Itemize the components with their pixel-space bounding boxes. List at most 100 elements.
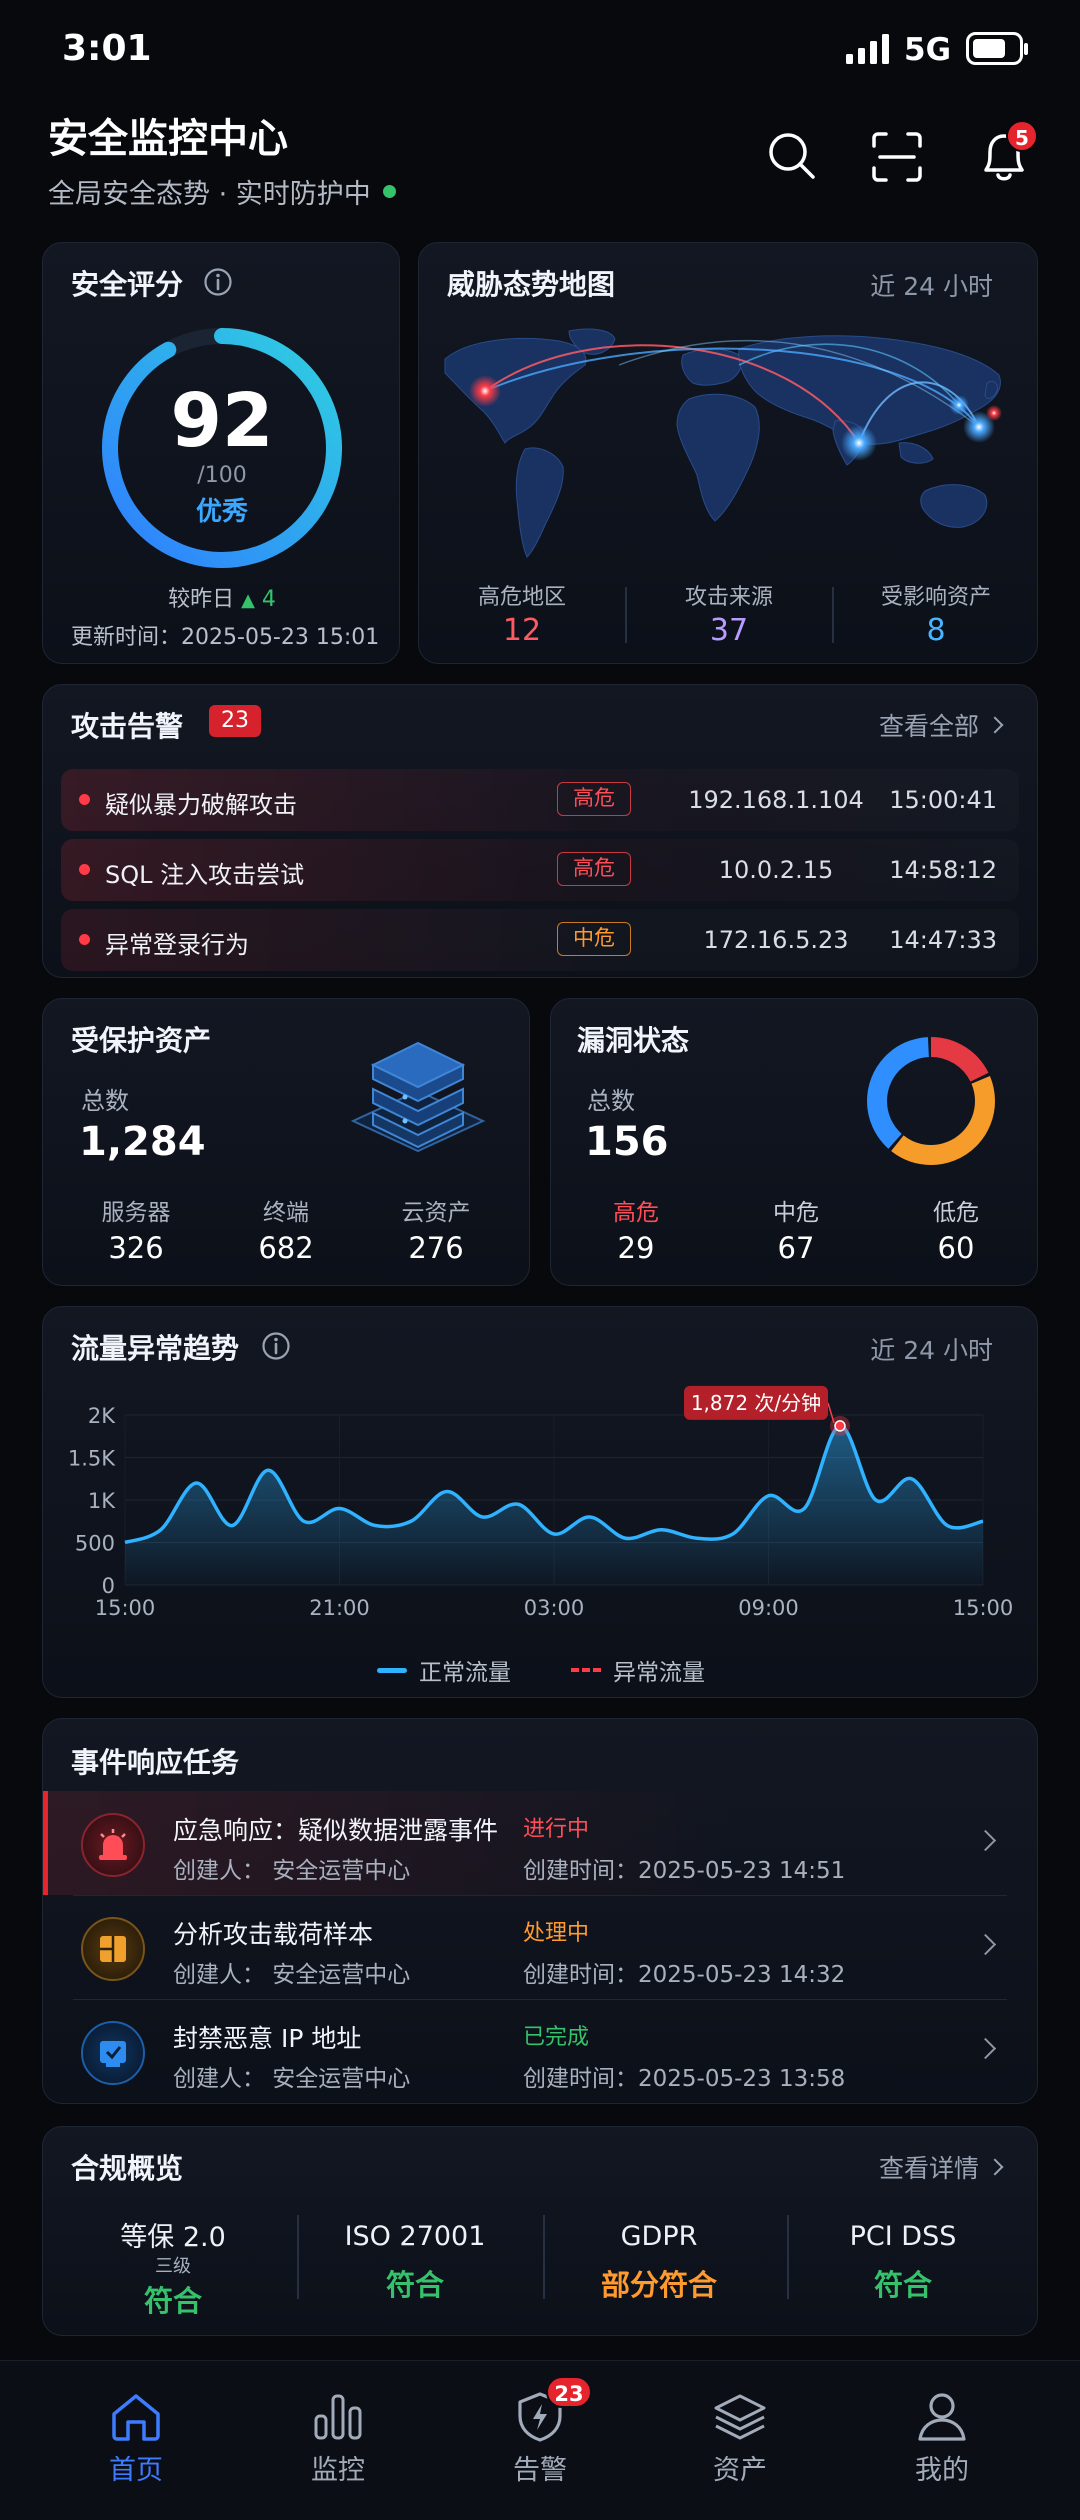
scan-button[interactable] bbox=[870, 130, 924, 184]
stat-attack-source: 攻击来源 37 bbox=[626, 579, 832, 648]
threat-map-card[interactable]: 威胁态势地图 近 24 小时 高危地区 12 攻击来源 37 受影响资产 8 bbox=[418, 242, 1038, 664]
compliance-name: PCI DSS bbox=[849, 2221, 957, 2252]
score-card-title: 安全评分 bbox=[71, 268, 184, 301]
vuln-label: 低危 bbox=[933, 1200, 979, 1226]
alerts-count-badge: 23 bbox=[209, 705, 261, 737]
world-map[interactable] bbox=[439, 325, 1019, 565]
threat-map-title: 威胁态势地图 bbox=[447, 268, 616, 301]
vuln-low: 低危 60 bbox=[881, 1193, 1031, 1265]
legend-abnormal-label: 异常流量 bbox=[613, 1660, 705, 1686]
asset-value: 682 bbox=[258, 1231, 314, 1265]
info-icon[interactable] bbox=[203, 267, 233, 301]
chevron-right-icon bbox=[974, 1829, 997, 1852]
search-button[interactable] bbox=[766, 130, 818, 182]
view-detail-link[interactable]: 查看详情 bbox=[879, 2149, 1004, 2185]
task-creator: 创建人： 安全运营中心 bbox=[173, 1858, 411, 1884]
compliance-item[interactable]: PCI DSS 符合 bbox=[783, 2221, 1023, 2304]
alert-level-badge: 中危 bbox=[557, 922, 631, 956]
alert-ip: 192.168.1.104 bbox=[688, 786, 864, 814]
x-tick-label: 15:00 bbox=[953, 1596, 1014, 1620]
score-updated: 更新时间：2025-05-23 15:01 bbox=[71, 619, 379, 651]
task-title: 封禁恶意 IP 地址 bbox=[173, 2024, 362, 2053]
traffic-chart[interactable]: 2K1.5K1K500015:00 21:00 03:00 09:00 15:001,8… bbox=[43, 1367, 1038, 1637]
task-row[interactable]: 封禁恶意 IP 地址 已完成 创建人： 安全运营中心 创建时间：2025-05-… bbox=[43, 1999, 1037, 2103]
alert-title: 疑似暴力破解攻击 bbox=[105, 791, 297, 819]
legend-abnormal: 异常流量 bbox=[571, 1653, 705, 1687]
threat-stats: 高危地区 12 攻击来源 37 受影响资产 8 bbox=[419, 579, 1037, 649]
task-active-bar bbox=[43, 1791, 48, 1895]
compliance-title: 合规概览 bbox=[71, 2152, 184, 2185]
chevron-right-icon bbox=[986, 2158, 1004, 2176]
peak-label: 1,872 次/分钟 bbox=[691, 1391, 821, 1415]
assets-total-label: 总数 bbox=[81, 1087, 129, 1115]
compliance-item[interactable]: ISO 27001 符合 bbox=[295, 2221, 535, 2304]
peak-leader bbox=[827, 1402, 835, 1424]
task-created: 创建时间：2025-05-23 14:51 bbox=[523, 1858, 846, 1884]
task-created: 创建时间：2025-05-23 13:58 bbox=[523, 2066, 846, 2092]
threat-map-range: 近 24 小时 bbox=[870, 272, 993, 301]
vuln-label: 中危 bbox=[773, 1200, 819, 1226]
vuln-label: 高危 bbox=[613, 1200, 659, 1226]
tab-profile[interactable]: 我的 bbox=[872, 2390, 1012, 2487]
compliance-item[interactable]: 等保 2.0 三级 符合 bbox=[53, 2215, 293, 2320]
compliance-item[interactable]: GDPR 部分符合 bbox=[539, 2221, 779, 2304]
alerts-title: 攻击告警 bbox=[71, 710, 184, 743]
updated-time: 2025-05-23 15:01 bbox=[181, 625, 380, 650]
y-tick-label: 1.5K bbox=[68, 1447, 116, 1471]
task-title: 分析攻击载荷样本 bbox=[173, 1920, 374, 1949]
alert-dot bbox=[79, 794, 90, 805]
asset-servers: 服务器 326 bbox=[61, 1193, 211, 1265]
tab-label: 我的 bbox=[915, 2455, 969, 2486]
asset-label: 云资产 bbox=[401, 1200, 471, 1226]
asset-label: 终端 bbox=[263, 1200, 309, 1226]
subtitle-text: 全局安全态势 · 实时防护中 bbox=[48, 179, 371, 210]
task-title: 应急响应：疑似数据泄露事件 bbox=[173, 1816, 499, 1845]
security-score-card[interactable]: 安全评分 92 /100 优秀 较昨日 ▲ 4 更新时间：2025-05-23 … bbox=[42, 242, 400, 664]
tab-assets[interactable]: 资产 bbox=[670, 2390, 810, 2487]
alert-row[interactable]: 异常登录行为 中危 172.16.5.23 14:47:33 bbox=[61, 909, 1019, 971]
traffic-title: 流量异常趋势 bbox=[71, 1332, 240, 1365]
tab-home[interactable]: 首页 bbox=[66, 2390, 206, 2487]
asset-endpoints: 终端 682 bbox=[211, 1193, 361, 1265]
compliance-result: 符合 bbox=[385, 2268, 444, 2302]
task-status: 处理中 bbox=[523, 1921, 590, 1946]
traffic-trend-card: 流量异常趋势 近 24 小时 2K 1.5K 1K 500 0 15:00 21:00 03:… bbox=[42, 1306, 1038, 1698]
assets-total: 1,284 bbox=[79, 1119, 206, 1165]
alert-row[interactable]: 疑似暴力破解攻击 高危 192.168.1.104 15:00:41 bbox=[61, 769, 1019, 831]
asset-value: 276 bbox=[408, 1231, 464, 1265]
block-ip-icon bbox=[81, 2021, 145, 2085]
score-grade: 优秀 bbox=[195, 497, 248, 527]
chevron-right-icon bbox=[974, 2037, 997, 2060]
task-row[interactable]: 应急响应：疑似数据泄露事件 进行中 创建人： 安全运营中心 创建时间：2025-… bbox=[43, 1791, 1037, 1895]
tab-alerts[interactable]: 告警 bbox=[470, 2390, 610, 2487]
vulnerability-card[interactable]: 漏洞状态 总数 156 高危 29 中危 67 低危 60 bbox=[550, 998, 1038, 1286]
alert-ip: 10.0.2.15 bbox=[718, 856, 834, 884]
info-icon[interactable] bbox=[261, 1331, 291, 1365]
stat-label: 高危地区 bbox=[477, 585, 566, 610]
alert-dot bbox=[79, 934, 90, 945]
vuln-value: 67 bbox=[777, 1231, 815, 1265]
compliance-sub: 三级 bbox=[155, 2256, 191, 2277]
battery-icon bbox=[966, 32, 1030, 70]
signal-icon bbox=[846, 34, 890, 64]
page-subtitle: 全局安全态势 · 实时防护中 bbox=[48, 172, 396, 211]
task-status: 进行中 bbox=[523, 1817, 590, 1842]
peak-point[interactable] bbox=[834, 1420, 846, 1432]
x-tick-label: 15:00 bbox=[95, 1596, 156, 1620]
alert-dot bbox=[79, 864, 90, 875]
protected-assets-card[interactable]: 受保护资产 总数 1,284 服务器 326 终端 682 云资产 276 bbox=[42, 998, 530, 1286]
alert-row[interactable]: SQL 注入攻击尝试 高危 10.0.2.15 14:58:12 bbox=[61, 839, 1019, 901]
alert-title: SQL 注入攻击尝试 bbox=[105, 861, 305, 889]
view-all-link[interactable]: 查看全部 bbox=[879, 707, 1004, 743]
tasks-card: 事件响应任务 应急响应：疑似数据泄露事件 进行中 创建人： 安全运营中心 创建时… bbox=[42, 1718, 1038, 2104]
status-time: 3:01 bbox=[62, 28, 152, 69]
x-tick-label: 09:00 bbox=[738, 1596, 799, 1620]
chevron-right-icon bbox=[974, 1933, 997, 1956]
vulns-title: 漏洞状态 bbox=[577, 1024, 690, 1057]
network-label: 5G bbox=[904, 32, 952, 68]
tab-monitor[interactable]: 监控 bbox=[268, 2390, 408, 2487]
vulns-total-label: 总数 bbox=[587, 1087, 635, 1115]
task-row[interactable]: 分析攻击载荷样本 处理中 创建人： 安全运营中心 创建时间：2025-05-23… bbox=[43, 1895, 1037, 1999]
y-tick-label: 1K bbox=[88, 1489, 116, 1513]
asset-cloud: 云资产 276 bbox=[361, 1193, 511, 1265]
